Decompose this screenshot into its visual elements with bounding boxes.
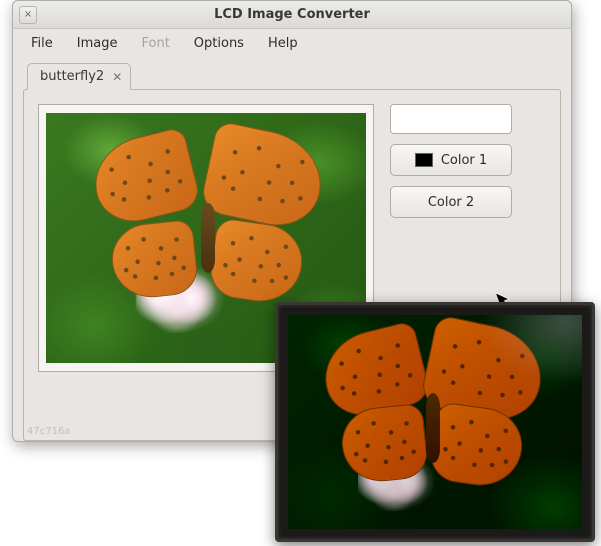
menu-help[interactable]: Help [258,33,308,54]
menu-font: Font [131,33,179,54]
menu-image[interactable]: Image [67,33,128,54]
tab-label: butterfly2 [40,69,104,84]
color2-label: Color 2 [428,195,474,210]
zoom-spinbox[interactable]: ▲ ▼ [390,104,512,134]
tab-strip: butterfly2 ✕ [13,57,571,90]
color2-button[interactable]: Color 2 [390,186,512,218]
zoom-input[interactable] [391,105,512,133]
tab-close-icon[interactable]: ✕ [112,70,122,84]
menu-file[interactable]: File [21,33,63,54]
window-close-button[interactable]: × [19,6,37,24]
image-butterfly [88,131,328,311]
color1-label: Color 1 [441,153,487,168]
tab-butterfly2[interactable]: butterfly2 ✕ [27,63,131,90]
control-panel: ▲ ▼ Color 1 Color 2 [390,104,512,218]
lcd-screen [288,315,582,529]
close-icon: × [24,9,32,20]
menubar: File Image Font Options Help [13,29,571,57]
color1-button[interactable]: Color 1 [390,144,512,176]
color1-swatch-icon [415,153,433,167]
menu-options[interactable]: Options [184,33,254,54]
titlebar: × LCD Image Converter [13,1,571,29]
watermark-text: 47c716a [27,426,70,437]
window-title: LCD Image Converter [13,7,571,22]
lcd-device-photo [275,302,595,542]
